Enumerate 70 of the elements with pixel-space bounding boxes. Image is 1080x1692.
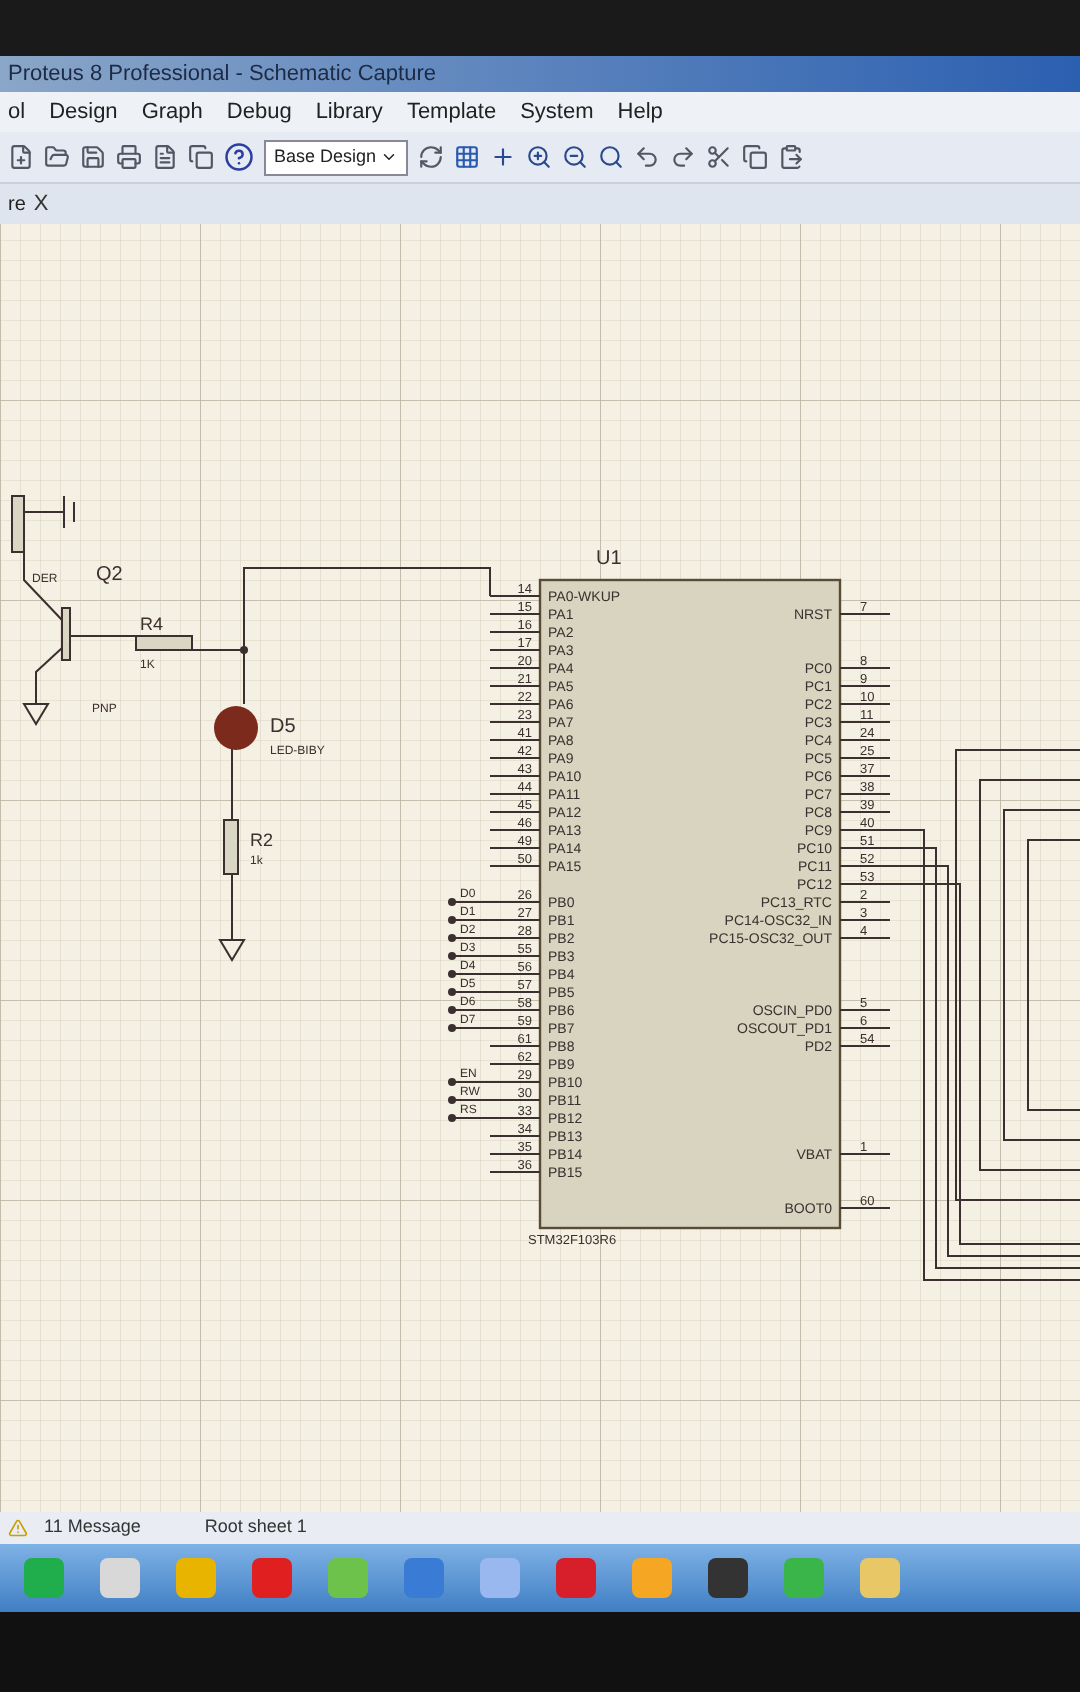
junction-dot: [448, 1114, 456, 1122]
resistor-symbol: [135, 635, 193, 651]
net-wire: [451, 1081, 491, 1083]
sheet-label: Root sheet 1: [204, 1514, 307, 1541]
grid-icon[interactable]: [454, 144, 480, 170]
junction-dot: [448, 1078, 456, 1086]
message-count[interactable]: 11 Message: [44, 1514, 141, 1542]
menu-item[interactable]: Graph: [141, 95, 203, 129]
ground-symbol: [22, 703, 50, 726]
help-icon[interactable]: [224, 142, 254, 172]
net-wire: [451, 973, 491, 975]
junction-dot: [448, 1006, 456, 1014]
menu-item[interactable]: Debug: [226, 95, 292, 129]
refresh-icon[interactable]: [418, 144, 444, 170]
component-ref: D5: [270, 716, 296, 738]
warning-icon: [8, 1518, 28, 1538]
toolbar-icon[interactable]: [778, 144, 804, 170]
menu-item[interactable]: Design: [49, 95, 118, 129]
tab-label[interactable]: re: [8, 189, 26, 219]
toolbar-icon[interactable]: [490, 144, 516, 170]
junction-dot: [448, 1096, 456, 1104]
toolbar-icon[interactable]: [44, 144, 70, 170]
menu-item[interactable]: Help: [617, 95, 663, 129]
junction-dot: [240, 646, 248, 654]
menu-item[interactable]: ol: [8, 95, 26, 129]
sensor-symbol: [11, 495, 75, 553]
toolbar-icon[interactable]: [706, 144, 732, 170]
junction-dot: [448, 916, 456, 924]
caret-icon: [380, 148, 398, 166]
component-ref: R2: [250, 830, 274, 850]
toolbar-icon[interactable]: [670, 144, 696, 170]
toolbar-icon[interactable]: [526, 144, 552, 170]
junction-dot: [448, 970, 456, 978]
menu-item[interactable]: Library: [315, 95, 383, 129]
toolbar-icon[interactable]: [8, 144, 34, 170]
net-wire: [451, 1009, 491, 1011]
junction-dot: [448, 1024, 456, 1032]
net-wire: [451, 955, 491, 957]
window-title: Proteus 8 Professional - Schematic Capture: [8, 59, 436, 90]
component-ref: R4: [140, 614, 164, 634]
close-tab[interactable]: X: [33, 187, 49, 221]
component-ref: Q2: [96, 564, 123, 586]
toolbar-icon[interactable]: [634, 144, 660, 170]
schematic-canvas[interactable]: [0, 224, 1080, 1512]
component-ref: U1: [596, 548, 622, 570]
toolbar-icon[interactable]: [188, 144, 214, 170]
net-wire: [451, 1099, 491, 1101]
led-symbol: [214, 706, 258, 750]
net-wire: [451, 901, 491, 903]
net-wire: [451, 991, 491, 993]
design-select[interactable]: Base Design: [264, 139, 408, 175]
app-icon[interactable]: [708, 1558, 748, 1598]
junction-dot: [448, 898, 456, 906]
junction-dot: [448, 934, 456, 942]
resistor-symbol: [223, 819, 239, 875]
net-wire: [451, 1027, 491, 1029]
toolbar-icon[interactable]: [80, 144, 106, 170]
net-wire: [451, 937, 491, 939]
ground-symbol: [218, 939, 246, 962]
toolbar-icon[interactable]: [598, 144, 624, 170]
toolbar-icon[interactable]: [152, 144, 178, 170]
net-wire: [451, 919, 491, 921]
junction-dot: [448, 952, 456, 960]
menu-item[interactable]: Template: [406, 95, 497, 129]
toolbar-icon[interactable]: [116, 144, 142, 170]
net-wire: [451, 1117, 491, 1119]
toolbar-icon[interactable]: [562, 144, 588, 170]
toolbar-icon[interactable]: [742, 144, 768, 170]
junction-dot: [448, 988, 456, 996]
menu-item[interactable]: System: [520, 95, 594, 129]
